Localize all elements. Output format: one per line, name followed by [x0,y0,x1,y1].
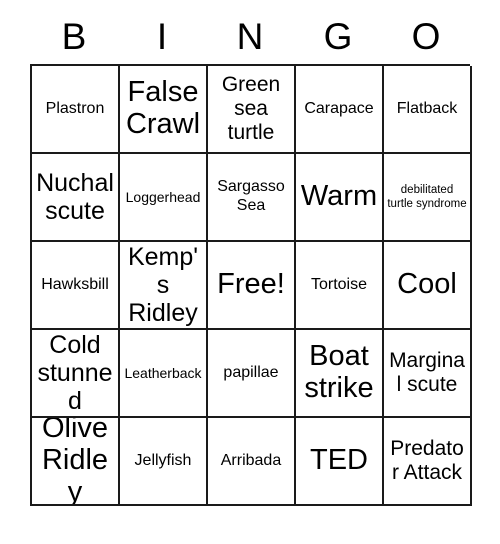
bingo-cell-label: Jellyfish [134,451,192,469]
bingo-header-row: B I N G O [30,8,470,64]
bingo-cell-label: Predator Attack [390,436,464,484]
bingo-cell[interactable]: Hawksbill [32,242,120,330]
bingo-header-letter-n: N [236,15,264,57]
bingo-cell[interactable]: Tortoise [296,242,384,330]
bingo-cell[interactable]: Marginal scute [384,330,472,418]
bingo-cell-label: False Crawl [125,76,201,140]
bingo-cell-label: Cool [397,268,457,301]
bingo-cell-label: Nuchal scute [36,169,114,225]
bingo-cell[interactable]: Green sea turtle [208,66,296,154]
bingo-cell[interactable]: Boat strike [296,330,384,418]
bingo-header-letter-b: B [61,15,87,57]
bingo-card: B I N G O Plastron False Crawl Green sea… [30,8,472,506]
bingo-cell-label: Tortoise [310,275,368,293]
bingo-cell-label: Olive Ridley [41,418,109,506]
bingo-cell-label: Loggerhead [125,188,201,205]
bingo-cell[interactable]: False Crawl [120,66,208,154]
bingo-cell-label: Arribada [220,451,282,469]
bingo-cell-label: Green sea turtle [221,72,281,145]
bingo-cell[interactable]: Arribada [208,418,296,506]
bingo-cell-label: Sargasso Sea [217,178,285,214]
bingo-cell[interactable]: TED [296,418,384,506]
bingo-cell[interactable]: papillae [208,330,296,418]
bingo-cell[interactable]: Leatherback [120,330,208,418]
bingo-cell[interactable]: Cool [384,242,472,330]
bingo-cell-label: Carapace [304,99,374,117]
bingo-cell-label: papillae [223,363,279,381]
bingo-cell[interactable]: Plastron [32,66,120,154]
bingo-cell[interactable]: Loggerhead [120,154,208,242]
bingo-cell[interactable]: Kemp's Ridley [120,242,208,330]
bingo-header-letter-g: G [323,15,353,57]
bingo-cell-label: Warm [300,180,378,213]
bingo-cell[interactable]: Carapace [296,66,384,154]
bingo-cell[interactable]: Jellyfish [120,418,208,506]
bingo-cell-label: Flatback [396,99,458,117]
bingo-cell[interactable]: Sargasso Sea [208,154,296,242]
bingo-cell[interactable]: Nuchal scute [32,154,120,242]
bingo-cell-free-space[interactable]: Free! [208,242,296,330]
bingo-cell[interactable]: Warm [296,154,384,242]
bingo-cell-label: Hawksbill [41,275,109,293]
bingo-cell-label: Marginal scute [389,348,465,396]
bingo-cell-label: TED [310,444,368,477]
bingo-cell-label: Cold stunned [37,331,113,415]
bingo-cell-label: Free! [217,268,285,301]
bingo-cell-label: Boat strike [304,340,374,404]
bingo-cell-label: debilitated turtle syndrome [387,183,467,210]
bingo-cell[interactable]: Olive Ridley [32,418,120,506]
bingo-cell-label: Kemp's Ridley [127,243,199,327]
bingo-cell[interactable]: Predator Attack [384,418,472,506]
bingo-header-letter-o: O [411,15,441,57]
bingo-header-letter-i: I [156,15,168,57]
bingo-cell[interactable]: Cold stunned [32,330,120,418]
bingo-grid: Plastron False Crawl Green sea turtle Ca… [30,64,472,506]
bingo-cell[interactable]: Flatback [384,66,472,154]
bingo-cell-label: Leatherback [124,364,202,381]
bingo-cell[interactable]: debilitated turtle syndrome [384,154,472,242]
bingo-cell-label: Plastron [45,99,105,117]
